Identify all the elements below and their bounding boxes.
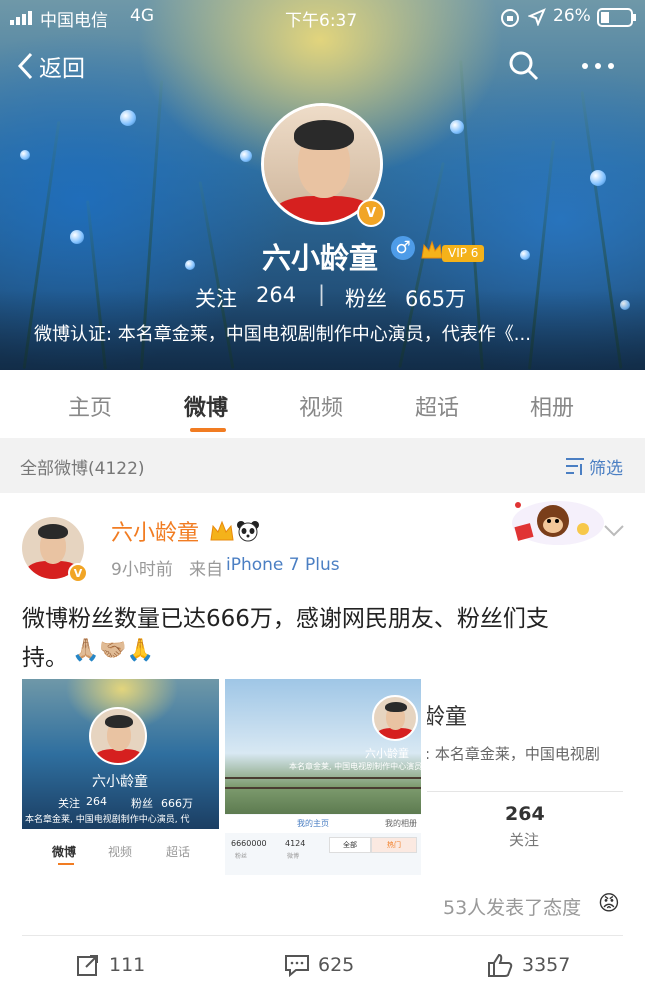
thumb2-tab-a: 我的主页	[297, 819, 329, 828]
thumb2-n1-label: 粉丝	[235, 853, 248, 860]
all-posts-label[interactable]: 全部微博(4122)	[20, 454, 145, 479]
post-card: V 六小龄童 9小时前 来自 iPhone 7 Plus 微博粉丝数量已达666…	[0, 493, 645, 1000]
thumb1-following-count: 264	[86, 795, 107, 808]
vip-badge: VIP 6	[442, 245, 485, 262]
thumb3-name: 龄童	[427, 705, 468, 730]
thumbs-up-icon	[488, 953, 513, 977]
post-source[interactable]: iPhone 7 Plus	[226, 555, 340, 575]
angry-emoji-icon: 😡	[598, 891, 620, 915]
vip-crown-icon	[421, 240, 443, 264]
thumb1-verification: 本名章金莱, 中国电视剧制作中心演员, 代	[25, 815, 190, 825]
thumb3-count: 264	[505, 803, 545, 825]
lock-rotation-icon	[500, 8, 520, 32]
tab-video[interactable]: 视频	[299, 390, 343, 422]
thumb1-following-label: 关注	[58, 797, 80, 810]
thumb1-tab-video: 视频	[108, 845, 133, 859]
thumb2-avatar	[372, 695, 418, 741]
tab-weibo[interactable]: 微博	[184, 390, 228, 422]
location-icon	[527, 8, 546, 30]
thumb2-n1: 6660000	[231, 839, 267, 848]
thumb1-followers-label: 粉丝	[131, 797, 153, 810]
followers-count[interactable]: 665万	[405, 283, 466, 313]
profile-tabs: 主页 微博 视频 超话 相册	[0, 370, 645, 438]
post-author-name[interactable]: 六小龄童	[111, 515, 199, 547]
more-icon[interactable]	[580, 56, 616, 80]
stats-separator: |	[318, 282, 326, 306]
thumb2-verification: 本名章金莱, 中国电视剧制作中心演员	[289, 762, 421, 771]
tab-home[interactable]: 主页	[68, 390, 112, 422]
post-text-line2: 持。	[22, 645, 68, 671]
comment-button[interactable]: 625	[284, 951, 354, 979]
thumb1-tab-topic: 超话	[166, 845, 191, 859]
filter-icon	[564, 456, 586, 480]
post-image-3[interactable]: 龄童 : 本名章金莱，中国电视剧 264 关注	[427, 679, 623, 875]
thumb2-btn-hot: 热门	[371, 837, 417, 853]
comment-icon	[285, 955, 309, 977]
battery-icon	[597, 8, 637, 32]
post-emoji: 🙏🏼🤝🏼🙏	[72, 638, 155, 663]
back-label: 返回	[39, 56, 85, 82]
monkey-decoration-icon	[498, 495, 606, 555]
comment-count: 625	[318, 954, 355, 976]
post-menu-chevron-icon[interactable]	[603, 523, 625, 542]
followers-label[interactable]: 粉丝	[345, 283, 387, 313]
post-time: 9小时前	[111, 560, 173, 580]
thumb2-n2: 4124	[285, 839, 306, 848]
active-tab-indicator	[190, 428, 226, 432]
following-label[interactable]: 关注	[195, 283, 237, 313]
verification-text[interactable]: 微博认证: 本名章金莱，中国电视剧制作中心演员，代表作《...	[34, 320, 614, 346]
tab-album[interactable]: 相册	[530, 390, 574, 422]
thumb2-tab-b: 我的相册	[385, 819, 417, 828]
filter-button[interactable]: 筛选	[589, 454, 623, 479]
following-count[interactable]: 264	[256, 283, 296, 307]
repost-button[interactable]: 111	[76, 951, 145, 979]
status-time: 下午6:37	[285, 11, 358, 31]
filter-bar: 全部微博(4122) 筛选	[0, 438, 645, 493]
male-gender-icon: ♂	[391, 236, 415, 260]
thumb1-tab-indicator	[58, 863, 74, 865]
like-button[interactable]: 3357	[487, 951, 570, 979]
thumb1-avatar	[89, 707, 147, 765]
reactions-text[interactable]: 53人发表了态度	[443, 893, 581, 920]
action-divider	[22, 935, 623, 936]
thumb3-verification: : 本名章金莱，中国电视剧	[427, 745, 600, 763]
back-button[interactable]: 返回	[15, 48, 85, 84]
thumb2-name: 六小龄童	[365, 747, 409, 760]
like-count: 3357	[522, 954, 571, 976]
tab-super-topic[interactable]: 超话	[415, 390, 459, 422]
thumb2-n2-label: 微博	[287, 853, 300, 860]
post-image-2[interactable]: 六小龄童 本名章金莱, 中国电视剧制作中心演员 我的主页 我的相册 666000…	[225, 679, 421, 875]
repost-count: 111	[109, 954, 146, 976]
repost-icon	[77, 955, 98, 976]
network-label: 4G	[130, 6, 154, 26]
post-vip-crown-icon	[210, 520, 234, 546]
post-text-line1: 微博粉丝数量已达666万，感谢网民朋友、粉丝们支	[22, 606, 549, 632]
verified-badge-icon: V	[357, 199, 385, 227]
profile-name: 六小龄童	[262, 241, 379, 275]
thumb2-btn-all: 全部	[329, 837, 371, 853]
thumb1-followers-count: 666万	[161, 797, 193, 810]
thumb3-count-label: 关注	[509, 831, 540, 849]
post-source-prefix: 来自	[189, 560, 223, 580]
signal-icon	[10, 10, 34, 25]
chevron-left-icon	[17, 52, 33, 80]
thumb1-name: 六小龄童	[92, 774, 148, 790]
post-verified-badge-icon: V	[68, 563, 88, 583]
battery-percent: 26%	[553, 6, 591, 26]
post-image-1[interactable]: 六小龄童 关注 264 粉丝 666万 本名章金莱, 中国电视剧制作中心演员, …	[22, 679, 219, 875]
thumb1-tab-weibo: 微博	[52, 845, 77, 859]
panda-icon	[236, 520, 260, 546]
search-icon[interactable]	[508, 50, 540, 86]
carrier-label: 中国电信	[40, 11, 108, 31]
